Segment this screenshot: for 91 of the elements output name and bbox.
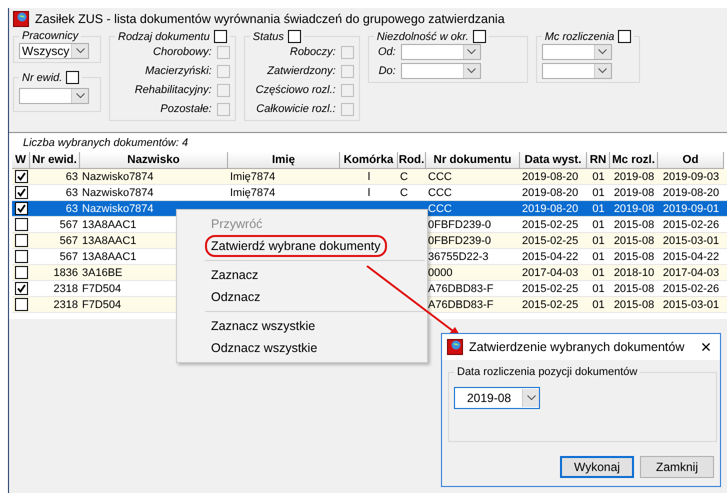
table-cell: 2019-08: [614, 202, 654, 214]
table-cell: 2019-09-01: [662, 202, 720, 214]
option-label: Pozostałe:: [160, 103, 212, 115]
table-cell: 01: [592, 250, 605, 262]
table-cell: 36755D22-3: [428, 250, 489, 262]
table-cell: 567: [60, 250, 78, 262]
group-label: Pracownicy: [22, 30, 78, 42]
option-label: Macierzyński:: [145, 65, 212, 77]
table-cell: F7D504: [82, 298, 122, 310]
table-cell: 2015-02-25: [522, 218, 578, 230]
table-cell: 2015-02-25: [522, 298, 578, 310]
table-cell: 13A8AAC1: [82, 234, 136, 246]
table-cell: 2015-04-22: [522, 250, 578, 262]
group-label: Mc rozliczenia: [544, 30, 614, 42]
table-cell: 63: [66, 170, 78, 182]
table-cell: 2015-08: [614, 282, 654, 294]
table-cell: 01: [592, 282, 605, 294]
field-label: Od:: [377, 46, 396, 58]
table-cell: 01: [592, 170, 605, 182]
table-cell: 2015-08: [614, 218, 654, 230]
option-label: Chorobowy:: [153, 46, 212, 58]
table-cell: 01: [592, 266, 605, 278]
table-cell: 2019-09-03: [662, 170, 720, 182]
option-label: Rehabilitacyjny:: [134, 84, 212, 96]
table-cell: 63: [66, 202, 78, 214]
table-cell: A76DBD83-F: [428, 298, 494, 310]
table-cell: 0000: [428, 266, 452, 278]
group-label: Rodzaj dokumentu: [118, 30, 210, 42]
group-label: Status: [252, 30, 284, 42]
option-label: Roboczy:: [290, 46, 336, 58]
table-cell: Nazwisko7874: [82, 170, 154, 182]
option-label: Częściowo rozl.:: [256, 84, 336, 96]
table-cell: 2018-10: [614, 266, 654, 278]
table-cell: 567: [60, 218, 78, 230]
table-cell: 3A16BE: [82, 266, 122, 278]
table-cell: 567: [60, 234, 78, 246]
group-label: Niezdolność w okr.: [376, 30, 469, 42]
table-cell: 2019-08: [614, 186, 654, 198]
table-cell: Nazwisko7874: [82, 186, 154, 198]
table-cell: 2015-04-22: [662, 250, 720, 262]
table-cell: 2017-04-03: [522, 266, 578, 278]
table-cell: CCC: [428, 170, 452, 182]
table-cell: 13A8AAC1: [82, 250, 136, 262]
table-cell: 2015-08: [614, 250, 654, 262]
option-label: Zatwierdzony:: [267, 65, 336, 77]
dropdown-value: 2019-08: [467, 391, 512, 405]
group-label: Data rozliczenia pozycji dokumentów: [457, 366, 638, 378]
table-cell: 2015-03-01: [662, 298, 720, 310]
table-cell: 01: [592, 298, 605, 310]
option-label: Całkowicie rozl.:: [256, 103, 336, 115]
table-cell: 63: [66, 186, 78, 198]
table-cell: 2019-08-20: [522, 202, 578, 214]
table-cell: l: [368, 186, 370, 198]
table-cell: C: [400, 170, 408, 182]
table-cell: Imię7874: [230, 170, 276, 182]
selected-count: Liczba wybranych dokumentów: 4: [22, 136, 190, 151]
dropdown-value: Wszyscy: [22, 44, 70, 58]
table-cell: 2019-08-20: [522, 170, 578, 182]
table-cell: l: [368, 170, 370, 182]
table-cell: 1836: [54, 266, 78, 278]
table-cell: CCC: [428, 202, 452, 214]
window-title: Zasiłek ZUS - lista dokumentów wyrównania świadczeń do grupowego zatwierdzania: [35, 12, 505, 26]
table-cell: 13A8AAC1: [82, 218, 136, 230]
table-cell: 2015-08: [614, 298, 654, 310]
table-cell: 2318: [54, 298, 78, 310]
table-cell: 2015-02-25: [522, 282, 578, 294]
table-cell: F7D504: [82, 282, 122, 294]
group-label: Nr ewid.: [22, 72, 62, 84]
table-cell: 2019-08: [614, 170, 654, 182]
table-cell: 01: [592, 234, 605, 246]
table-cell: 2017-04-03: [662, 266, 720, 278]
table-cell: CCC: [428, 186, 452, 198]
table-cell: 01: [592, 186, 605, 198]
table-cell: 01: [592, 202, 605, 214]
table-cell: 2019-08-20: [662, 186, 720, 198]
table-cell: 0FBFD239-0: [428, 234, 491, 246]
table-cell: 2318: [54, 282, 78, 294]
table-cell: 2015-02-26: [662, 218, 720, 230]
table-cell: 0FBFD239-0: [428, 218, 491, 230]
table-cell: A76DBD83-F: [428, 282, 494, 294]
table-cell: 01: [592, 218, 605, 230]
table-cell: 2015-02-25: [522, 234, 578, 246]
table-cell: Imię7874: [230, 186, 276, 198]
table-cell: Nazwisko7874: [82, 202, 154, 214]
dialog-title: Zatwierdzenie wybranych dokumentów: [469, 340, 684, 354]
table-cell: C: [400, 186, 408, 198]
table-cell: 2015-02-26: [662, 282, 720, 294]
table-cell: 2015-08: [614, 234, 654, 246]
table-cell: 2015-03-01: [662, 234, 720, 246]
table-cell: 2019-08-20: [522, 186, 578, 198]
field-label: Do:: [378, 65, 396, 77]
